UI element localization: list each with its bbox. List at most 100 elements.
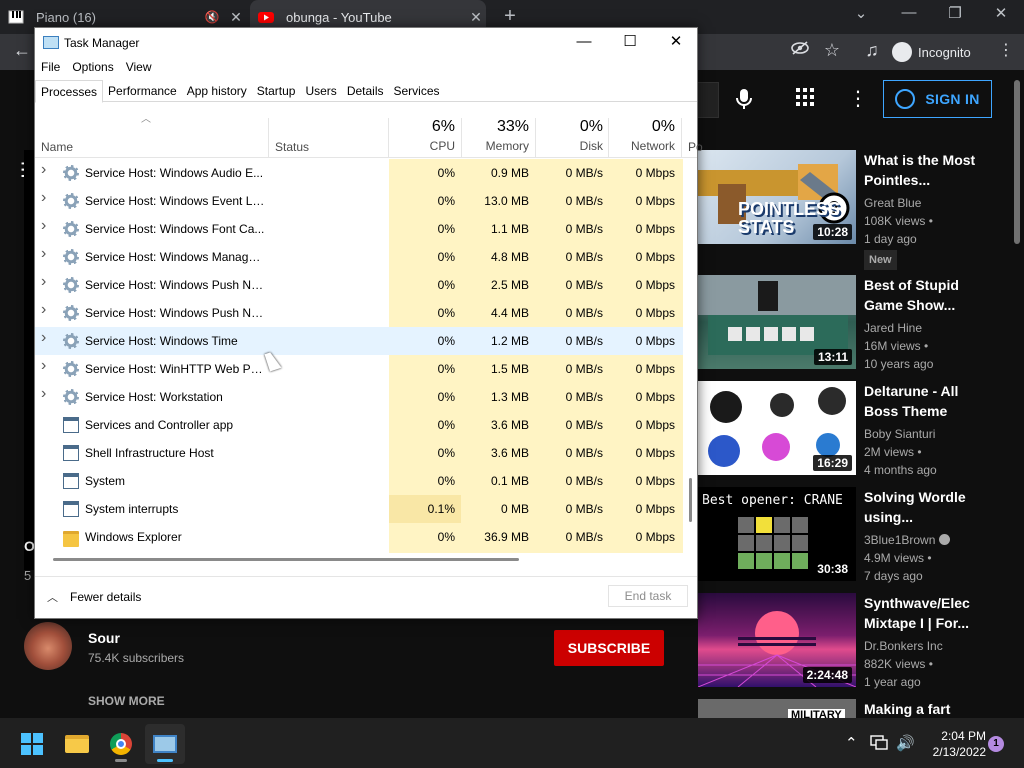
video-thumbnail[interactable]: 16:29 [698, 381, 856, 475]
tab-users[interactable]: Users [300, 80, 341, 102]
expand-chevron-icon[interactable]: › [41, 273, 46, 291]
video-title[interactable]: Solving Wordle using... [864, 487, 984, 527]
video-thumbnail[interactable]: Best opener: CRANE 30:38 [698, 487, 856, 581]
column-network[interactable]: 0% Network [611, 118, 675, 153]
microphone-icon[interactable] [736, 88, 752, 116]
minimize-icon[interactable]: — [894, 4, 924, 21]
process-row[interactable]: › Service Host: Windows Event Log 0% 13.0 M… [35, 187, 683, 215]
video-title[interactable]: What is the Most Pointles... [864, 150, 984, 190]
video-thumbnail[interactable]: ? POINTLESS STATS 10:28 [698, 150, 856, 244]
horizontal-scrollbar[interactable] [35, 553, 683, 567]
expand-chevron-icon[interactable]: › [41, 329, 46, 347]
scrollbar-thumb[interactable] [53, 558, 519, 561]
new-tab-button[interactable]: + [500, 5, 520, 28]
process-row[interactable]: Shell Infrastructure Host 0% 3.6 MB 0 MB/s 0… [35, 439, 683, 467]
close-tab-icon[interactable]: ✕ [226, 9, 246, 26]
incognito-profile-button[interactable]: Incognito [892, 38, 984, 66]
minimize-icon[interactable]: — [561, 28, 607, 58]
process-row[interactable]: › Service Host: Windows Time 0% 1.2 MB 0 MB/… [35, 327, 683, 355]
recommendation-item[interactable]: MILITARY Making a fart [688, 699, 1008, 718]
expand-chevron-icon[interactable]: › [41, 385, 46, 403]
column-divider[interactable] [388, 118, 389, 158]
process-row[interactable]: › Service Host: WinHTTP Web Pro... 0% 1.5 M… [35, 355, 683, 383]
menu-options[interactable]: Options [66, 58, 119, 78]
fewer-details-button[interactable]: ︿ Fewer details [47, 589, 141, 605]
process-row[interactable]: System 0% 0.1 MB 0 MB/s 0 Mbps [35, 467, 683, 495]
process-row[interactable]: › Service Host: Windows Audio E... 0% 0.9 M… [35, 159, 683, 187]
expand-chevron-icon[interactable]: › [41, 217, 46, 235]
recommendation-item[interactable]: 16:29 Deltarune - All Boss Theme Boby Si… [688, 381, 1008, 481]
close-icon[interactable]: ✕ [653, 28, 699, 58]
chevron-up-icon[interactable]: ⌃ [845, 734, 858, 752]
eye-slash-icon[interactable] [788, 40, 812, 61]
recommendation-item[interactable]: ? POINTLESS STATS 10:28 What is the Most… [688, 150, 1008, 270]
video-title[interactable]: Deltarune - All Boss Theme [864, 381, 984, 421]
end-task-button[interactable]: End task [608, 585, 688, 607]
video-title[interactable]: Making a fart [864, 699, 984, 718]
column-divider[interactable] [535, 118, 536, 158]
column-cpu[interactable]: 6% CPU [393, 118, 455, 153]
apps-grid-icon[interactable] [796, 88, 814, 112]
start-button[interactable] [12, 724, 52, 764]
column-memory[interactable]: 33% Memory [465, 118, 529, 153]
page-scrollbar[interactable] [1014, 80, 1020, 244]
process-row[interactable]: › Service Host: Windows Push No... 0% 2.5 M… [35, 271, 683, 299]
channel-name[interactable]: Sour [88, 630, 120, 646]
vertical-scrollbar-thumb[interactable] [689, 478, 692, 522]
channel-avatar[interactable] [24, 622, 72, 670]
column-divider[interactable] [461, 118, 462, 158]
process-row[interactable]: › Service Host: Windows Push No... 0% 4.4 M… [35, 299, 683, 327]
expand-chevron-icon[interactable]: › [41, 357, 46, 375]
column-divider[interactable] [681, 118, 682, 158]
recommendation-item[interactable]: 13:11 Best of Stupid Game Show... Jared … [688, 275, 1008, 375]
volume-icon[interactable]: 🔊 [896, 734, 915, 752]
column-status[interactable]: Status [275, 140, 309, 154]
recommendation-item[interactable]: 2:24:48 Synthwave/Elec Mixtape I | For..… [688, 593, 1008, 693]
column-name[interactable]: Name [41, 140, 73, 154]
tab-services[interactable]: Services [389, 80, 445, 102]
menu-view[interactable]: View [120, 58, 158, 78]
subscribe-button[interactable]: SUBSCRIBE [554, 630, 664, 666]
more-options-icon[interactable]: ⋮ [848, 86, 868, 111]
video-thumbnail[interactable]: MILITARY [698, 699, 856, 718]
tab-performance[interactable]: Performance [103, 80, 182, 102]
notification-badge[interactable]: 1 [988, 736, 1004, 752]
restore-icon[interactable]: ❐ [940, 4, 970, 22]
process-row[interactable]: › Service Host: Workstation 0% 1.3 MB 0 MB/s… [35, 383, 683, 411]
maximize-icon[interactable]: ☐ [607, 28, 653, 58]
close-window-icon[interactable]: ✕ [986, 4, 1016, 22]
recommendation-item[interactable]: Best opener: CRANE 30:38 Solving Wordle … [688, 487, 1008, 587]
menu-file[interactable]: File [35, 58, 66, 78]
taskbar-clock[interactable]: 2:04 PM 2/13/2022 [922, 728, 986, 760]
column-divider[interactable] [608, 118, 609, 158]
browser-menu-icon[interactable]: ⋮ [998, 40, 1014, 60]
tab-app-history[interactable]: App history [182, 80, 252, 102]
process-row[interactable]: Services and Controller app 0% 3.6 MB 0 MB/… [35, 411, 683, 439]
video-title[interactable]: Synthwave/Elec Mixtape I | For... [864, 593, 984, 633]
process-row[interactable]: › Service Host: Windows Manage... 0% 4.8 MB… [35, 243, 683, 271]
network-icon[interactable] [870, 734, 888, 754]
sign-in-button[interactable]: SIGN IN [883, 80, 992, 118]
video-thumbnail[interactable]: 13:11 [698, 275, 856, 369]
media-queue-icon[interactable]: ♫ [860, 40, 884, 61]
process-row[interactable]: Windows Explorer 0% 36.9 MB 0 MB/s 0 Mbps [35, 523, 683, 551]
process-row[interactable]: › Service Host: Windows Font Ca... 0% 1.1 M… [35, 215, 683, 243]
show-more-button[interactable]: SHOW MORE [88, 694, 165, 708]
column-power[interactable]: Po [688, 140, 703, 154]
taskbar-task-manager[interactable] [145, 724, 185, 764]
taskbar-chrome[interactable] [101, 724, 141, 764]
video-thumbnail[interactable]: 2:24:48 [698, 593, 856, 687]
bookmark-star-icon[interactable]: ☆ [820, 40, 844, 61]
muted-speaker-icon[interactable]: 🔇 [202, 10, 222, 24]
search-box-edge[interactable] [697, 82, 719, 118]
tab-details[interactable]: Details [342, 80, 389, 102]
tab-processes[interactable]: Processes [35, 80, 104, 103]
chevron-down-icon[interactable]: ⌄ [846, 4, 876, 22]
expand-chevron-icon[interactable]: › [41, 189, 46, 207]
video-title[interactable]: Best of Stupid Game Show... [864, 275, 984, 315]
title-bar[interactable]: Task Manager — ☐ ✕ [35, 28, 697, 58]
column-disk[interactable]: 0% Disk [539, 118, 603, 153]
tab-startup[interactable]: Startup [252, 80, 301, 102]
expand-chevron-icon[interactable]: › [41, 161, 46, 179]
process-row[interactable]: System interrupts 0.1% 0 MB 0 MB/s 0 Mbps [35, 495, 683, 523]
